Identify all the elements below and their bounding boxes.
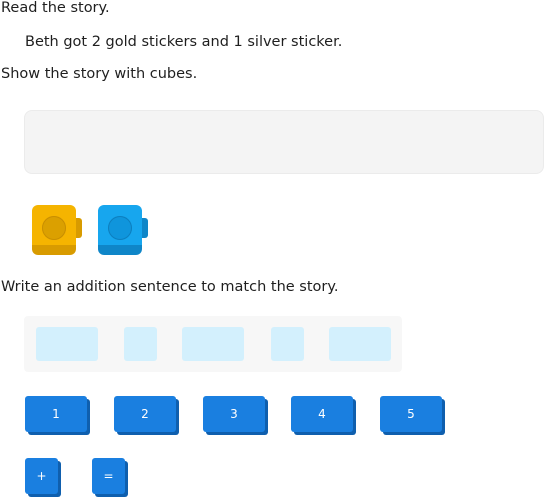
instruction-write-sentence: Write an addition sentence to match the … [1,279,339,295]
number-tile-4[interactable]: 4 [291,396,353,432]
gold-cube[interactable] [32,205,84,257]
number-tile-5[interactable]: 5 [380,396,442,432]
answer-slot-number-2[interactable] [182,327,244,361]
plus-tile[interactable]: + [25,458,58,494]
number-tile-2[interactable]: 2 [114,396,176,432]
answer-slot-operator-1[interactable] [124,327,157,361]
answer-slot-operator-2[interactable] [271,327,304,361]
cube-shade [32,245,76,255]
instruction-read: Read the story. [1,0,110,16]
cube-connector [142,218,148,238]
answer-slot-number-3[interactable] [329,327,391,361]
answer-slot-number-1[interactable] [36,327,98,361]
cube-hole [108,216,132,240]
number-tile-1[interactable]: 1 [25,396,87,432]
equals-tile[interactable]: = [92,458,125,494]
number-tile-3[interactable]: 3 [203,396,265,432]
cube-connector [76,218,82,238]
story-text: Beth got 2 gold stickers and 1 silver st… [25,34,343,50]
cube-drop-zone[interactable] [24,110,544,174]
blue-cube[interactable] [98,205,150,257]
cube-hole [42,216,66,240]
instruction-show-cubes: Show the story with cubes. [1,66,198,82]
cube-shade [98,245,142,255]
